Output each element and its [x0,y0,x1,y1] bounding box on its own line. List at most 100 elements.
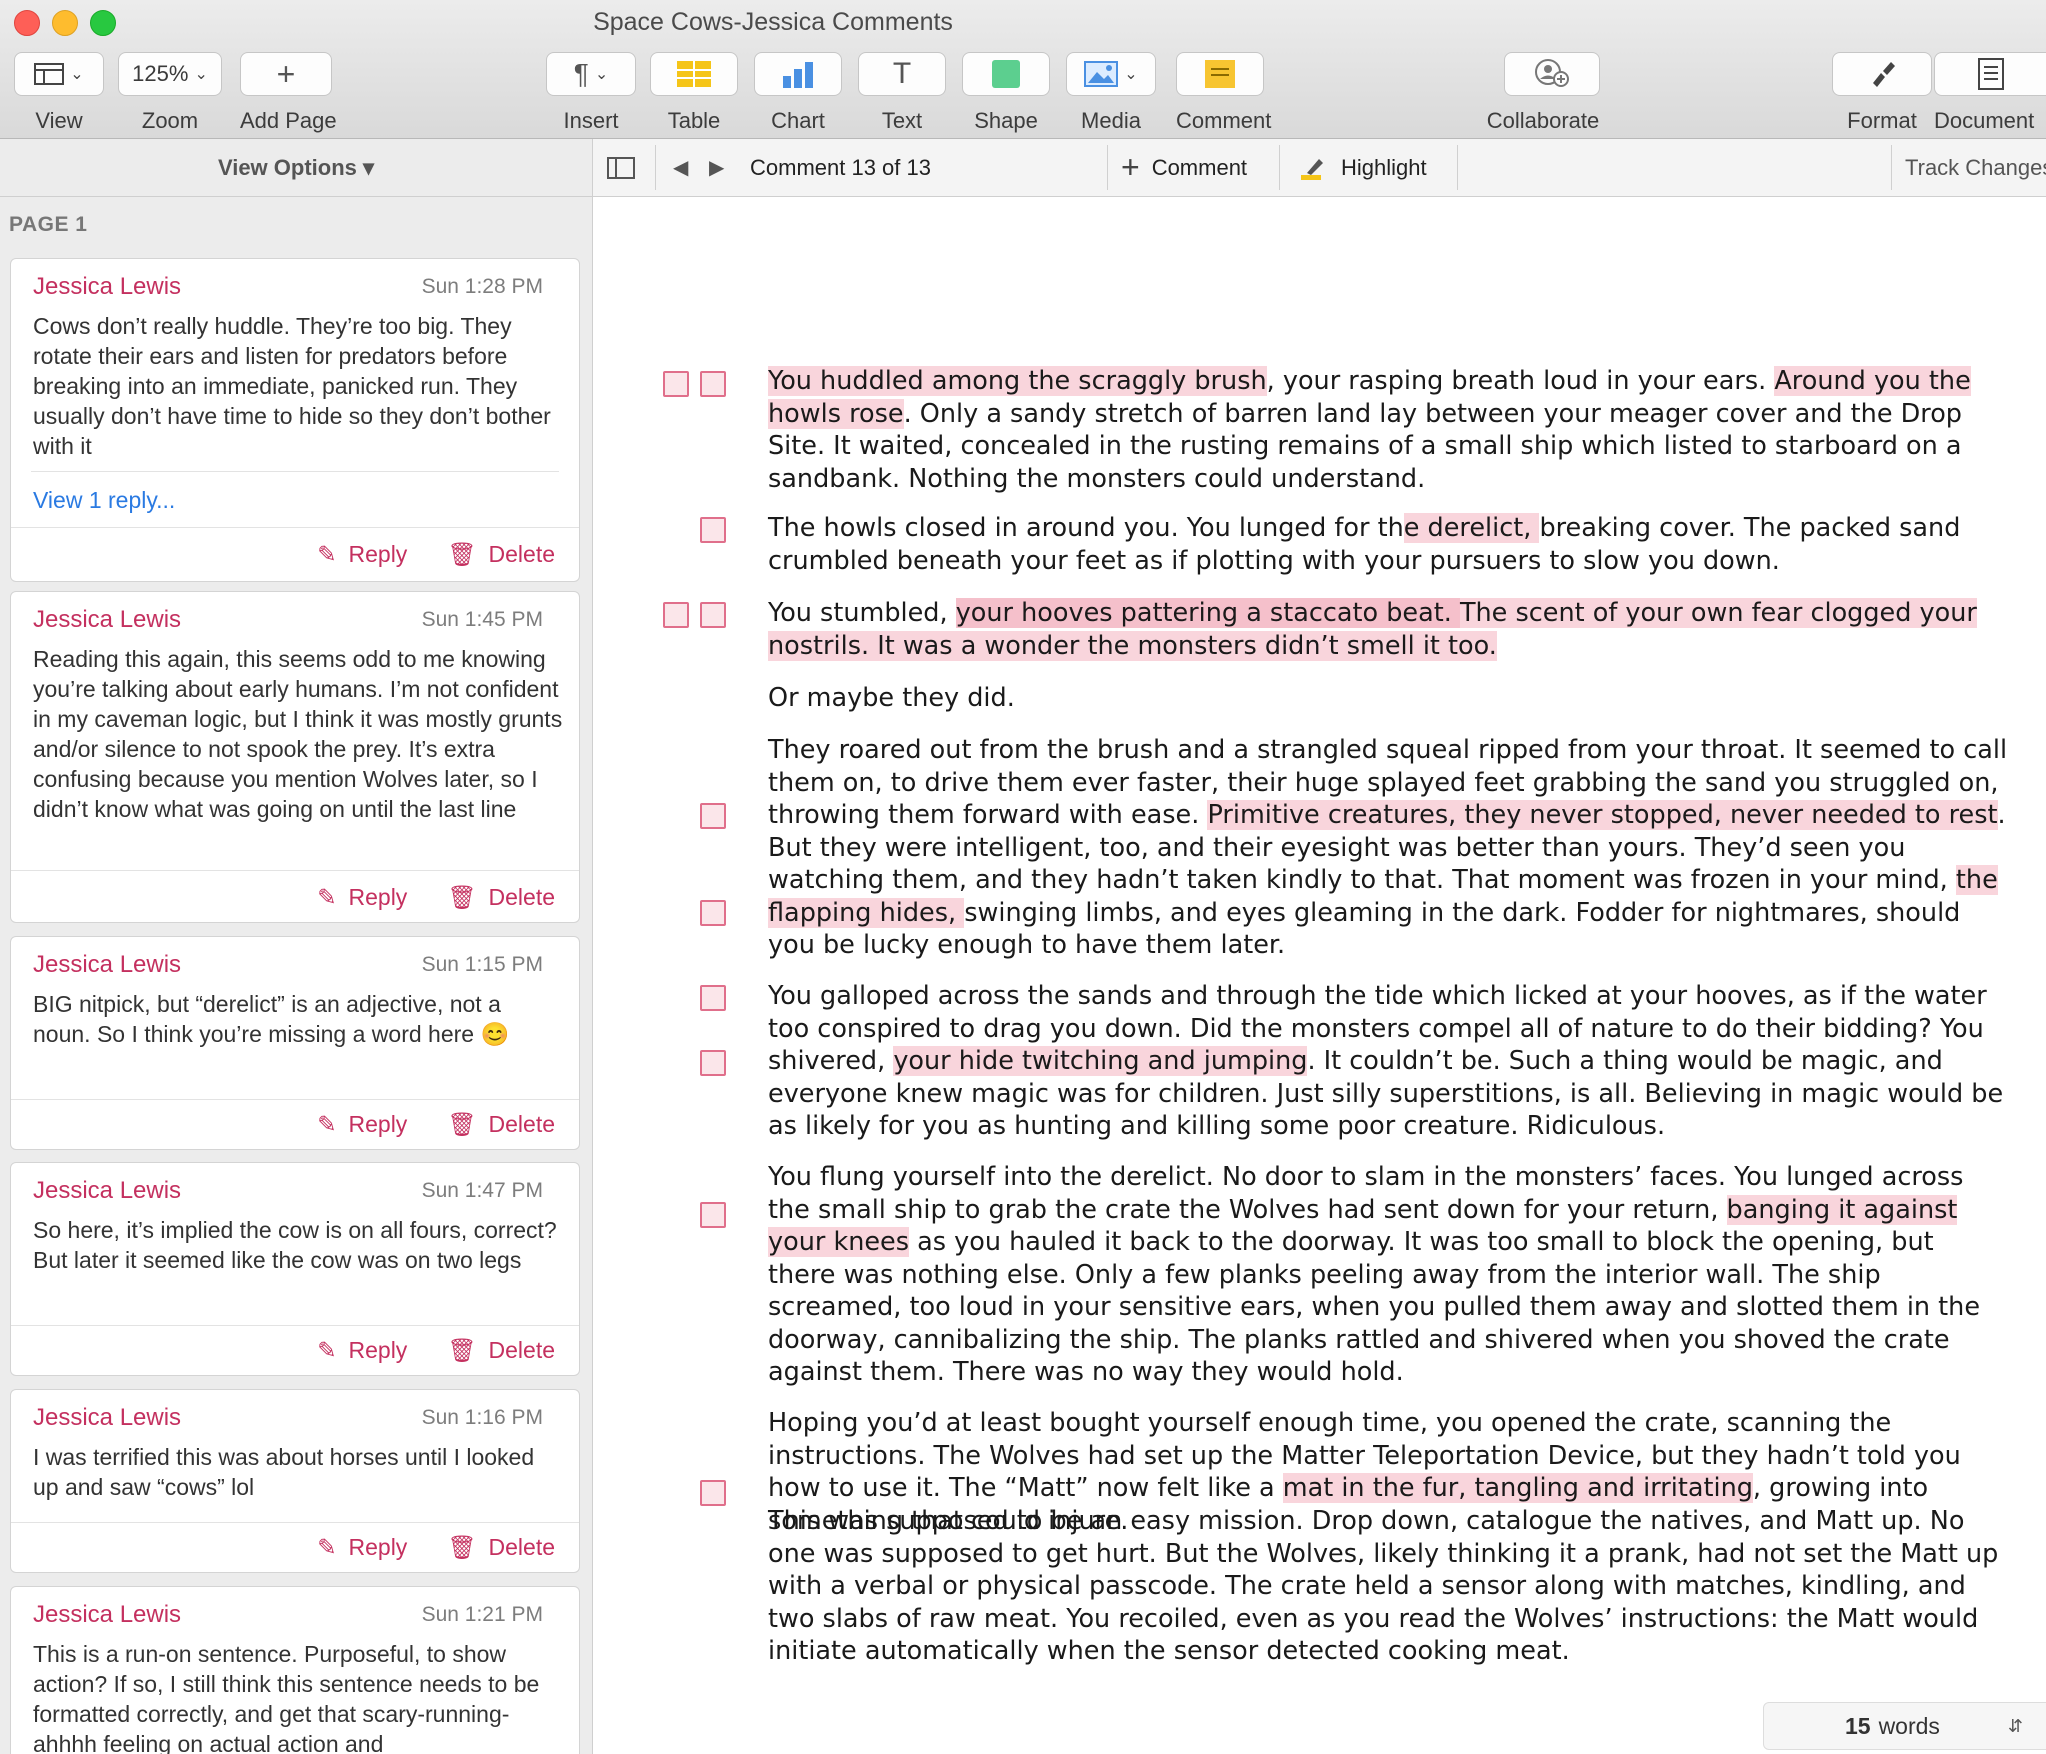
comment-card[interactable]: Jessica Lewis Sun 1:47 PM So here, it’s … [10,1162,580,1376]
delete-button[interactable]: 🗑 Delete [447,541,555,568]
delete-button[interactable]: 🗑 Delete [447,884,555,911]
highlighted-text[interactable]: e derelict, [1403,513,1540,543]
comment-marker[interactable] [663,371,689,397]
comment-actions: ✎ Reply 🗑 Delete [317,884,555,911]
comment-text: Cows don’t really huddle. They’re too bi… [33,313,551,459]
shape-tool[interactable]: Shape [962,52,1050,134]
comment-author: Jessica Lewis [33,951,182,978]
pencil-icon: ✎ [317,1337,337,1363]
view-tool[interactable]: ⌄ View [14,52,104,134]
format-button[interactable] [1832,52,1932,96]
reply-button[interactable]: ✎ Reply [317,1111,407,1138]
comment-time: Sun 1:16 PM [421,1406,543,1429]
add-page-label: Add Page [240,108,337,133]
insert-tool[interactable]: ¶ ⌄ Insert [546,52,636,134]
delete-label: Delete [488,884,555,910]
comment-marker[interactable] [700,1050,726,1076]
pencil-icon: ✎ [317,1534,337,1560]
view-replies-link[interactable]: View 1 reply... [33,487,175,514]
word-count-popup[interactable]: 15 words ⇵ [1763,1702,2046,1750]
next-comment-button[interactable]: ▶ [709,139,724,196]
highlighted-text[interactable]: mat in the fur, tangling and irritating [1282,1473,1753,1503]
comment-text: I was terrified this was about horses un… [33,1444,535,1500]
reply-button[interactable]: ✎ Reply [317,1337,407,1364]
body-text: as you hauled it back to the doorway. It… [768,1227,1981,1387]
comment-button[interactable] [1176,52,1264,96]
highlighted-text[interactable]: your hooves pattering a staccato beat. [955,598,1460,628]
body-text: This was supposed to be an easy mission.… [768,1506,1999,1666]
chart-button[interactable] [754,52,842,96]
comment-marker[interactable] [663,602,689,628]
comment-card[interactable]: Jessica Lewis Sun 1:21 PM This is a run-… [10,1586,580,1754]
document-canvas[interactable]: You huddled among the scraggly brush, yo… [593,197,2046,1754]
delete-button[interactable]: 🗑 Delete [447,1337,555,1364]
zoom-select[interactable]: 125% ⌄ [118,52,222,96]
add-page-tool[interactable]: + Add Page [240,52,337,134]
reply-button[interactable]: ✎ Reply [317,884,407,911]
table-button[interactable] [650,52,738,96]
reply-button[interactable]: ✎ Reply [317,1534,407,1561]
comment-marker[interactable] [700,985,726,1011]
track-changes-button[interactable]: Track Changes [1905,139,2046,196]
add-page-button[interactable]: + [240,52,332,96]
media-button[interactable]: ⌄ [1066,52,1156,96]
delete-label: Delete [488,1534,555,1560]
comment-marker[interactable] [700,803,726,829]
collaborate-tool[interactable]: Collaborate [1486,52,1600,134]
comment-marker[interactable] [700,602,726,628]
view-options-menu[interactable]: View Options ▾ [0,139,593,197]
comment-author: Jessica Lewis [33,273,182,300]
add-comment-button[interactable]: + Comment [1121,139,1247,196]
comment-marker[interactable] [700,517,726,543]
triangle-right-icon: ▶ [709,157,725,179]
square-shape-icon [992,60,1020,88]
comment-counter: Comment 13 of 13 [750,154,931,180]
comment-card[interactable]: Jessica Lewis Sun 1:28 PM Cows don’t rea… [10,258,580,582]
pilcrow-icon: ¶ [573,58,589,89]
highlighted-text[interactable]: Primitive creatures, they never stopped,… [1207,800,1998,830]
previous-comment-button[interactable]: ◀ [673,139,688,196]
sidebar-toggle-icon [607,156,635,179]
media-label: Media [1081,108,1141,133]
comment-card[interactable]: Jessica Lewis Sun 1:16 PM I was terrifie… [10,1389,580,1573]
document-button[interactable] [1934,52,2046,96]
zoom-tool[interactable]: 125% ⌄ Zoom [118,52,222,134]
paintbrush-icon [1873,62,1895,87]
title-bar: Space Cows-Jessica Comments ⌄ View 125% … [0,0,2046,139]
comment-marker[interactable] [700,371,726,397]
comment-card[interactable]: Jessica Lewis Sun 1:45 PM Reading this a… [10,591,580,923]
highlighted-text[interactable]: your hide twitching and jumping [893,1046,1308,1076]
table-tool[interactable]: Table [650,52,738,134]
reply-label: Reply [348,1534,408,1560]
document-tool[interactable]: Document [1934,52,2046,134]
zoom-label: Zoom [141,108,199,133]
comment-author: Jessica Lewis [33,1177,182,1204]
reply-label: Reply [348,884,408,910]
delete-button[interactable]: 🗑 Delete [447,1111,555,1138]
comment-marker[interactable] [700,1202,726,1228]
reply-button[interactable]: ✎ Reply [317,541,407,568]
chart-tool[interactable]: Chart [754,52,842,134]
text-button[interactable]: T [858,52,946,96]
view-button[interactable]: ⌄ [14,52,104,96]
body-text: You stumbled, [768,598,956,628]
comment-marker[interactable] [700,1480,726,1506]
delete-button[interactable]: 🗑 Delete [447,1534,555,1561]
comment-card[interactable]: Jessica Lewis Sun 1:15 PM BIG nitpick, b… [10,936,580,1150]
paragraph: The howls closed in around you. You lung… [768,512,2008,577]
collaborate-button[interactable] [1504,52,1600,96]
highlighted-text[interactable]: You huddled among the scraggly brush [768,366,1267,396]
media-tool[interactable]: ⌄ Media [1066,52,1156,134]
comment-marker[interactable] [700,900,726,926]
text-tool[interactable]: T Text [858,52,946,134]
comment-tool[interactable]: Comment [1176,52,1271,134]
insert-button[interactable]: ¶ ⌄ [546,52,636,96]
toggle-sidebar-button[interactable] [607,139,635,196]
highlight-button[interactable]: Highlight [1299,139,1427,196]
comment-time: Sun 1:47 PM [421,1179,543,1202]
delete-label: Delete [488,1111,555,1137]
comment-actions: ✎ Reply 🗑 Delete [317,1111,555,1138]
format-tool[interactable]: Format [1832,52,1932,134]
trash-icon: 🗑 [447,541,477,567]
shape-button[interactable] [962,52,1050,96]
